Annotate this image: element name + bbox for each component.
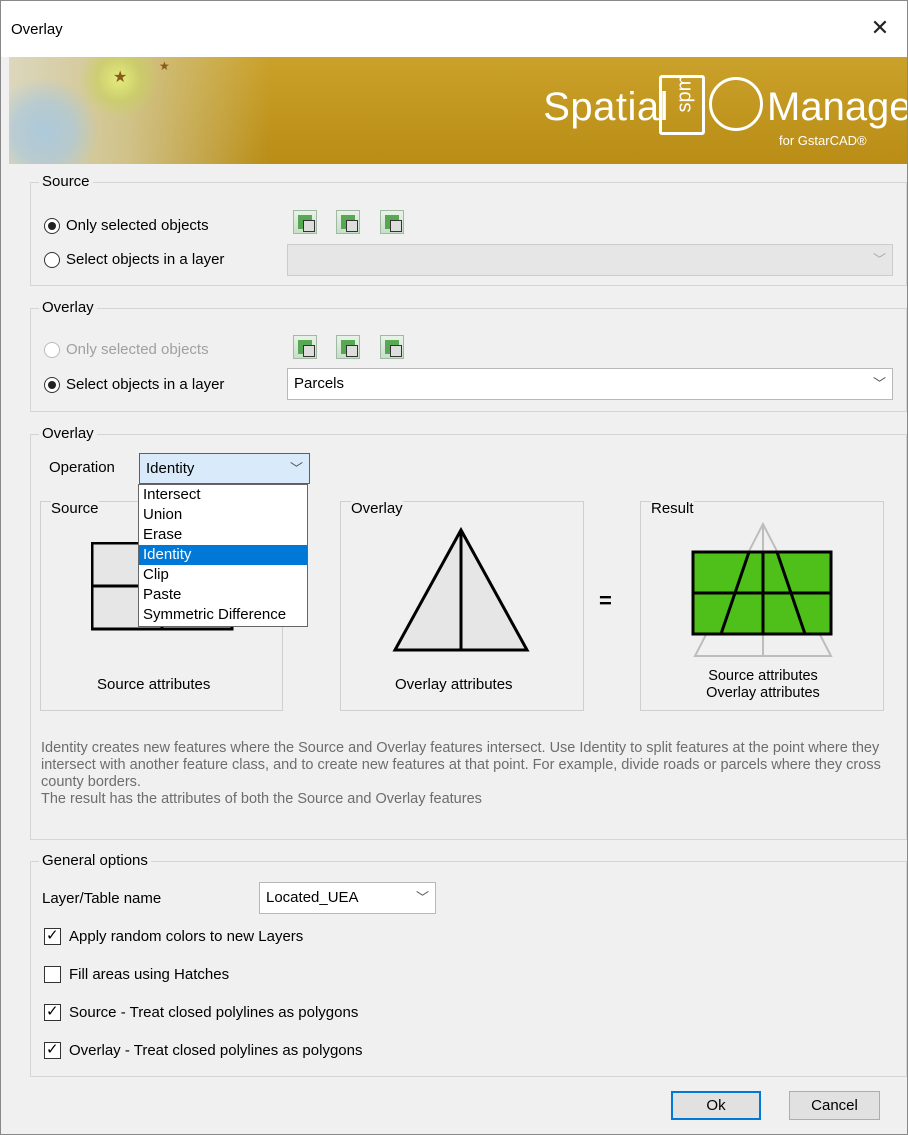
general-options-group: General options Layer/Table name Located… xyxy=(30,852,907,1077)
brand-subtitle: for GstarCAD® xyxy=(779,133,867,148)
table-name-select[interactable]: Located_UEA ﹀ xyxy=(259,882,436,914)
source-legend: Source xyxy=(39,173,93,190)
operation-select[interactable]: Identity ﹀ xyxy=(139,453,310,484)
result-caption-line: Source attributes xyxy=(708,668,818,684)
checkbox-box xyxy=(44,966,61,983)
overlay-triangle-icon xyxy=(392,526,530,652)
dropdown-option-selected[interactable]: Identity xyxy=(139,545,307,565)
dropdown-option[interactable]: Paste xyxy=(139,585,307,605)
select-objects-icon[interactable] xyxy=(293,335,317,359)
radio-label: Select objects in a layer xyxy=(66,251,225,268)
window-title: Overlay xyxy=(11,21,63,38)
overlay-legend: Overlay xyxy=(39,299,97,316)
title-bar: Overlay ✕ xyxy=(1,1,907,57)
close-icon[interactable]: ✕ xyxy=(865,13,895,43)
overlay-dialog: Overlay ✕ ★ ★ Spatial spm Manager for Gs… xyxy=(0,0,908,1135)
result-identity-icon xyxy=(691,521,833,657)
overlay-layer-select[interactable]: Parcels ﹀ xyxy=(287,368,893,400)
chevron-down-icon: ﹀ xyxy=(415,890,429,905)
radio-label: Select objects in a layer xyxy=(66,376,225,393)
result-caption: Source attributes Overlay attributes xyxy=(641,668,885,702)
dropdown-option[interactable]: Erase xyxy=(139,525,307,545)
source-panel-title: Source xyxy=(51,500,99,517)
operation-label: Operation xyxy=(49,459,115,476)
radio-dot xyxy=(44,217,60,234)
checkbox-label: Apply random colors to new Layers xyxy=(69,928,304,945)
cancel-button[interactable]: Cancel xyxy=(789,1091,880,1120)
checkbox-label: Source - Treat closed polylines as polyg… xyxy=(69,1004,359,1021)
result-caption-line: Overlay attributes xyxy=(706,685,820,701)
globe-icon xyxy=(709,77,763,131)
logo-text: spm xyxy=(673,74,696,113)
description-text: Identity creates new features where the … xyxy=(41,740,881,790)
random-colors-checkbox[interactable]: Apply random colors to new Layers xyxy=(44,926,304,945)
combo-value: Located_UEA xyxy=(266,889,359,906)
dropdown-option[interactable]: Clip xyxy=(139,565,307,585)
chevron-down-icon: ﹀ xyxy=(289,461,303,476)
combo-value: Parcels xyxy=(294,375,345,392)
description-text: The result has the attributes of both th… xyxy=(41,791,482,807)
chevron-down-icon: ﹀ xyxy=(872,252,886,267)
radio-dot xyxy=(44,251,60,268)
overlay-panel-title: Overlay xyxy=(351,500,403,517)
radio-dot xyxy=(44,341,60,358)
overlay-caption: Overlay attributes xyxy=(395,676,513,693)
table-name-label: Layer/Table name xyxy=(42,890,162,907)
select-objects-icon[interactable] xyxy=(293,210,317,234)
checkbox-label: Fill areas using Hatches xyxy=(69,966,230,983)
source-only-selected-radio[interactable]: Only selected objects xyxy=(44,217,209,234)
source-polygons-checkbox[interactable]: Source - Treat closed polylines as polyg… xyxy=(44,1002,359,1021)
overlay-group: Overlay Only selected objects Select obj… xyxy=(30,299,907,412)
radio-label: Only selected objects xyxy=(66,217,209,234)
select-by-layer-icon[interactable] xyxy=(336,335,360,359)
overlay-preview-panel: Overlay Overlay attributes xyxy=(340,500,584,711)
result-panel-title: Result xyxy=(651,500,694,517)
checkbox-label: Overlay - Treat closed polylines as poly… xyxy=(69,1042,363,1059)
combo-value: Identity xyxy=(146,460,195,477)
brand-manager: Manager xyxy=(767,85,907,129)
checkbox-box xyxy=(44,926,61,945)
dropdown-option[interactable]: Union xyxy=(139,505,307,525)
fill-hatches-checkbox[interactable]: Fill areas using Hatches xyxy=(44,966,229,983)
result-preview-panel: Result Source attributes Overlay attribu… xyxy=(640,500,885,711)
source-layer-select[interactable]: ﹀ xyxy=(287,244,893,276)
overlay-polygons-checkbox[interactable]: Overlay - Treat closed polylines as poly… xyxy=(44,1040,363,1059)
chevron-down-icon: ﹀ xyxy=(872,376,886,391)
overlay-only-selected-radio[interactable]: Only selected objects xyxy=(44,341,209,358)
select-by-table-icon[interactable] xyxy=(380,335,404,359)
operation-legend: Overlay xyxy=(39,425,97,442)
spm-logo: spm xyxy=(659,75,705,135)
dropdown-option[interactable]: Intersect xyxy=(139,485,307,505)
overlay-layer-radio[interactable]: Select objects in a layer xyxy=(44,376,224,393)
map-star-icon: ★ xyxy=(159,59,170,73)
ok-button[interactable]: Ok xyxy=(671,1091,761,1120)
operation-dropdown-list[interactable]: Intersect Union Erase Identity Clip Past… xyxy=(138,484,308,627)
radio-dot xyxy=(44,376,60,393)
map-star-icon: ★ xyxy=(113,69,128,86)
dropdown-option[interactable]: Symmetric Difference xyxy=(139,605,307,625)
select-by-table-icon[interactable] xyxy=(380,210,404,234)
checkbox-box xyxy=(44,1002,61,1021)
source-group: Source Only selected objects Select obje… xyxy=(30,173,907,286)
operation-description: Identity creates new features where the … xyxy=(41,740,881,808)
source-layer-radio[interactable]: Select objects in a layer xyxy=(44,251,224,268)
source-caption: Source attributes xyxy=(97,676,211,693)
equals-sign: = xyxy=(599,588,612,613)
spatial-manager-banner: ★ ★ Spatial spm Manager for GstarCAD® xyxy=(9,57,907,164)
general-legend: General options xyxy=(39,852,151,869)
brand-spatial: Spatial xyxy=(543,85,669,129)
select-by-layer-icon[interactable] xyxy=(336,210,360,234)
map-thumbnail xyxy=(9,57,269,164)
checkbox-box xyxy=(44,1040,61,1059)
radio-label: Only selected objects xyxy=(66,341,209,358)
